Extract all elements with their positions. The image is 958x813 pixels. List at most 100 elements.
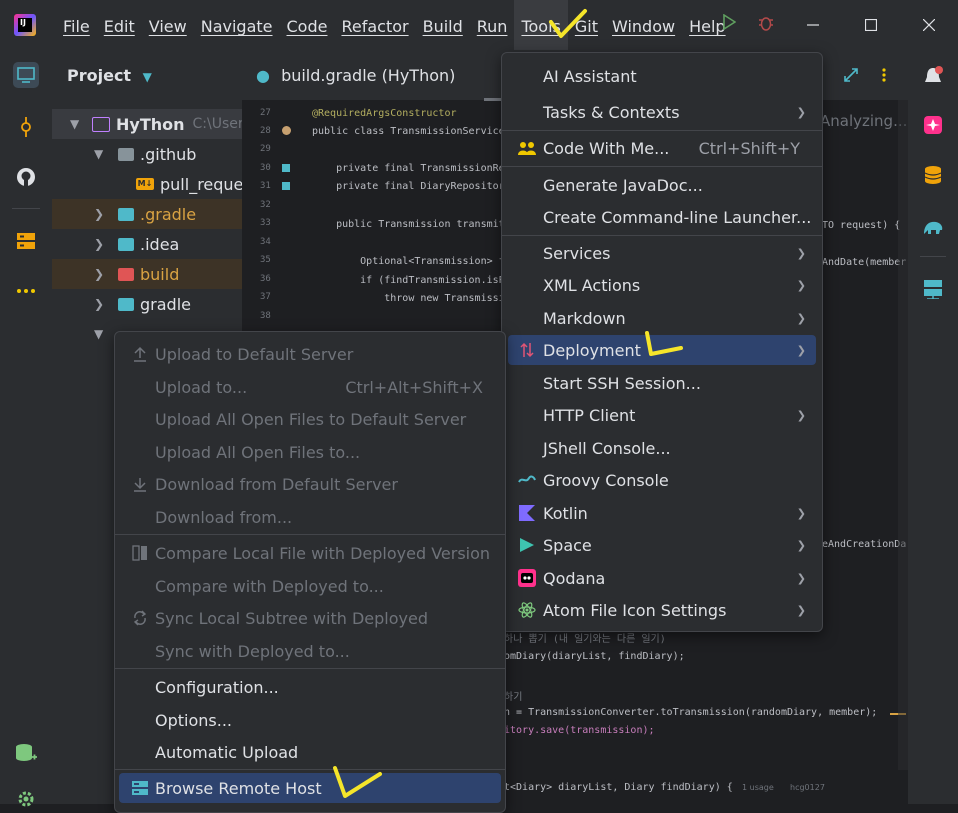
menu-item-label: Start SSH Session... xyxy=(543,373,701,393)
build-folder-icon xyxy=(118,267,134,281)
menu-item-ssh-session[interactable]: Start SSH Session... xyxy=(508,368,816,398)
menu-refactor[interactable]: Refactor xyxy=(334,0,415,50)
chevron-down-icon: ▼ xyxy=(142,70,152,84)
menu-item-sync-local-subtree[interactable]: Sync Local Subtree with Deployed xyxy=(119,603,501,633)
menu-item-ai-assistant[interactable]: AI Assistant xyxy=(508,61,816,91)
expand-editor-icon[interactable] xyxy=(844,68,858,82)
menu-item-jshell-console[interactable]: JShell Console... xyxy=(508,433,816,463)
menu-item-upload-all-default[interactable]: Upload All Open Files to Default Server xyxy=(119,404,501,434)
structure-icon xyxy=(17,233,35,249)
menu-item-qodana[interactable]: Qodana ❯ xyxy=(508,563,816,593)
database-button[interactable] xyxy=(920,162,946,188)
gradle-elephant-icon xyxy=(924,221,943,234)
more-options-icon[interactable] xyxy=(882,68,886,82)
menu-edit[interactable]: Edit xyxy=(97,0,142,50)
menu-window[interactable]: Window xyxy=(605,0,682,50)
menu-item-services[interactable]: Services ❯ xyxy=(508,238,816,268)
tree-item-gradle-cache[interactable]: ❯ .gradle xyxy=(52,199,242,229)
database-add-button[interactable] xyxy=(13,740,39,766)
line-number: 36 xyxy=(260,274,271,284)
menu-item-shortcut: Ctrl+Shift+Y xyxy=(698,138,800,158)
code-line: private final DiaryRepositor xyxy=(312,181,505,192)
menu-item-label: Sync with Deployed to... xyxy=(155,641,350,661)
menu-item-label: Atom File Icon Settings xyxy=(543,600,727,620)
code-fragment: eAndCreationDa xyxy=(822,539,907,550)
menu-item-kotlin[interactable]: Kotlin ❯ xyxy=(508,498,816,528)
menu-item-atom-file-icons[interactable]: Atom File Icon Settings ❯ xyxy=(508,595,816,625)
project-tool-button[interactable] xyxy=(13,62,39,88)
bean-icon xyxy=(282,126,291,135)
menu-item-upload-all-to[interactable]: Upload All Open Files to... xyxy=(119,437,501,467)
tree-item-label: .idea xyxy=(140,234,180,254)
gradle-button[interactable] xyxy=(920,214,946,240)
menu-build[interactable]: Build xyxy=(416,0,470,50)
menu-item-label: Compare with Deployed to... xyxy=(155,576,384,596)
commit-tool-button[interactable] xyxy=(13,114,39,140)
usage-hint: 1 usage xyxy=(742,783,774,792)
menu-item-download-from[interactable]: Download from... xyxy=(119,502,501,532)
menu-item-http-client[interactable]: HTTP Client ❯ xyxy=(508,400,816,430)
menu-navigate[interactable]: Navigate xyxy=(194,0,280,50)
notifications-button[interactable] xyxy=(920,64,946,90)
menu-item-browse-remote-host[interactable]: Browse Remote Host xyxy=(119,773,501,803)
menu-item-upload-default-server[interactable]: Upload to Default Server xyxy=(119,339,501,369)
more-icon xyxy=(17,289,35,293)
tree-item-github[interactable]: ▼ .github xyxy=(52,139,242,169)
menu-item-options[interactable]: Options... xyxy=(119,705,501,735)
tree-item-idea[interactable]: ❯ .idea xyxy=(52,229,242,259)
tree-item-build[interactable]: ❯ build xyxy=(52,259,242,289)
remote-host-button[interactable] xyxy=(920,276,946,302)
menu-item-tasks-contexts[interactable]: Tasks & Contexts ❯ xyxy=(508,97,816,127)
github-tool-button[interactable] xyxy=(13,164,39,190)
run-icon[interactable] xyxy=(722,14,736,30)
maximize-button[interactable] xyxy=(842,0,900,50)
menu-item-xml-actions[interactable]: XML Actions ❯ xyxy=(508,270,816,300)
tree-item-pull-request[interactable]: M↓ pull_reques xyxy=(52,169,242,199)
menu-item-label: AI Assistant xyxy=(543,66,637,86)
settings-tool-button[interactable] xyxy=(13,786,39,812)
menu-item-upload-to[interactable]: Upload to... Ctrl+Alt+Shift+X xyxy=(119,372,501,402)
menu-file[interactable]: File xyxy=(56,0,97,50)
project-panel-header[interactable]: Project ▼ xyxy=(67,66,152,85)
menu-item-code-with-me[interactable]: Code With Me... Ctrl+Shift+Y xyxy=(508,133,816,163)
right-tool-strip xyxy=(908,50,958,804)
menu-item-download-default-server[interactable]: Download from Default Server xyxy=(119,469,501,499)
chevron-right-icon: ❯ xyxy=(796,538,806,552)
tree-item-hython[interactable]: ▼ HyThon C:\User xyxy=(52,109,242,139)
menu-item-compare-with-deployed[interactable]: Compare with Deployed to... xyxy=(119,571,501,601)
menu-item-label: Deployment xyxy=(543,340,641,360)
debug-icon[interactable] xyxy=(758,14,774,32)
menu-item-label: Services xyxy=(543,243,611,263)
menu-item-configuration[interactable]: Configuration... xyxy=(119,672,501,702)
menu-item-generate-javadoc[interactable]: Generate JavaDoc... xyxy=(508,170,816,200)
menu-item-label: Download from Default Server xyxy=(155,474,398,494)
menu-view[interactable]: View xyxy=(142,0,194,50)
deployment-submenu: Upload to Default Server Upload to... Ct… xyxy=(114,331,506,813)
left-tool-strip xyxy=(0,50,53,807)
tree-item-gradle[interactable]: ❯ gradle xyxy=(52,289,242,319)
server-icon xyxy=(131,779,149,797)
editor-scrollbar[interactable] xyxy=(898,100,908,770)
menu-separator xyxy=(502,130,822,131)
menu-code[interactable]: Code xyxy=(280,0,335,50)
minimize-button[interactable] xyxy=(784,0,842,50)
close-button[interactable] xyxy=(900,0,958,50)
more-tools-button[interactable] xyxy=(13,278,39,304)
markdown-file-icon: M↓ xyxy=(136,178,154,190)
menu-item-groovy-console[interactable]: Groovy Console xyxy=(508,465,816,495)
menu-item-sync-with-deployed[interactable]: Sync with Deployed to... xyxy=(119,636,501,666)
strip-divider xyxy=(920,256,946,257)
menu-item-compare-local-deployed[interactable]: Compare Local File with Deployed Version xyxy=(119,538,501,568)
menu-item-command-line-launcher[interactable]: Create Command-line Launcher... xyxy=(508,202,816,232)
annotation-checkmark xyxy=(645,331,683,356)
code-fragment: itory.save(transmission); xyxy=(504,725,655,736)
menu-item-space[interactable]: Space ❯ xyxy=(508,530,816,560)
menu-item-automatic-upload[interactable]: Automatic Upload xyxy=(119,737,501,767)
ai-assistant-button[interactable] xyxy=(920,112,946,138)
editor-tab-build-gradle[interactable]: ● build.gradle (HyThon) xyxy=(256,66,455,85)
code-fragment: n = TransmissionConverter.toTransmission… xyxy=(504,707,878,718)
structure-tool-button[interactable] xyxy=(13,228,39,254)
menu-run[interactable]: Run xyxy=(470,0,515,50)
menu-item-label: Tasks & Contexts xyxy=(543,102,680,122)
line-number: 34 xyxy=(260,237,271,247)
